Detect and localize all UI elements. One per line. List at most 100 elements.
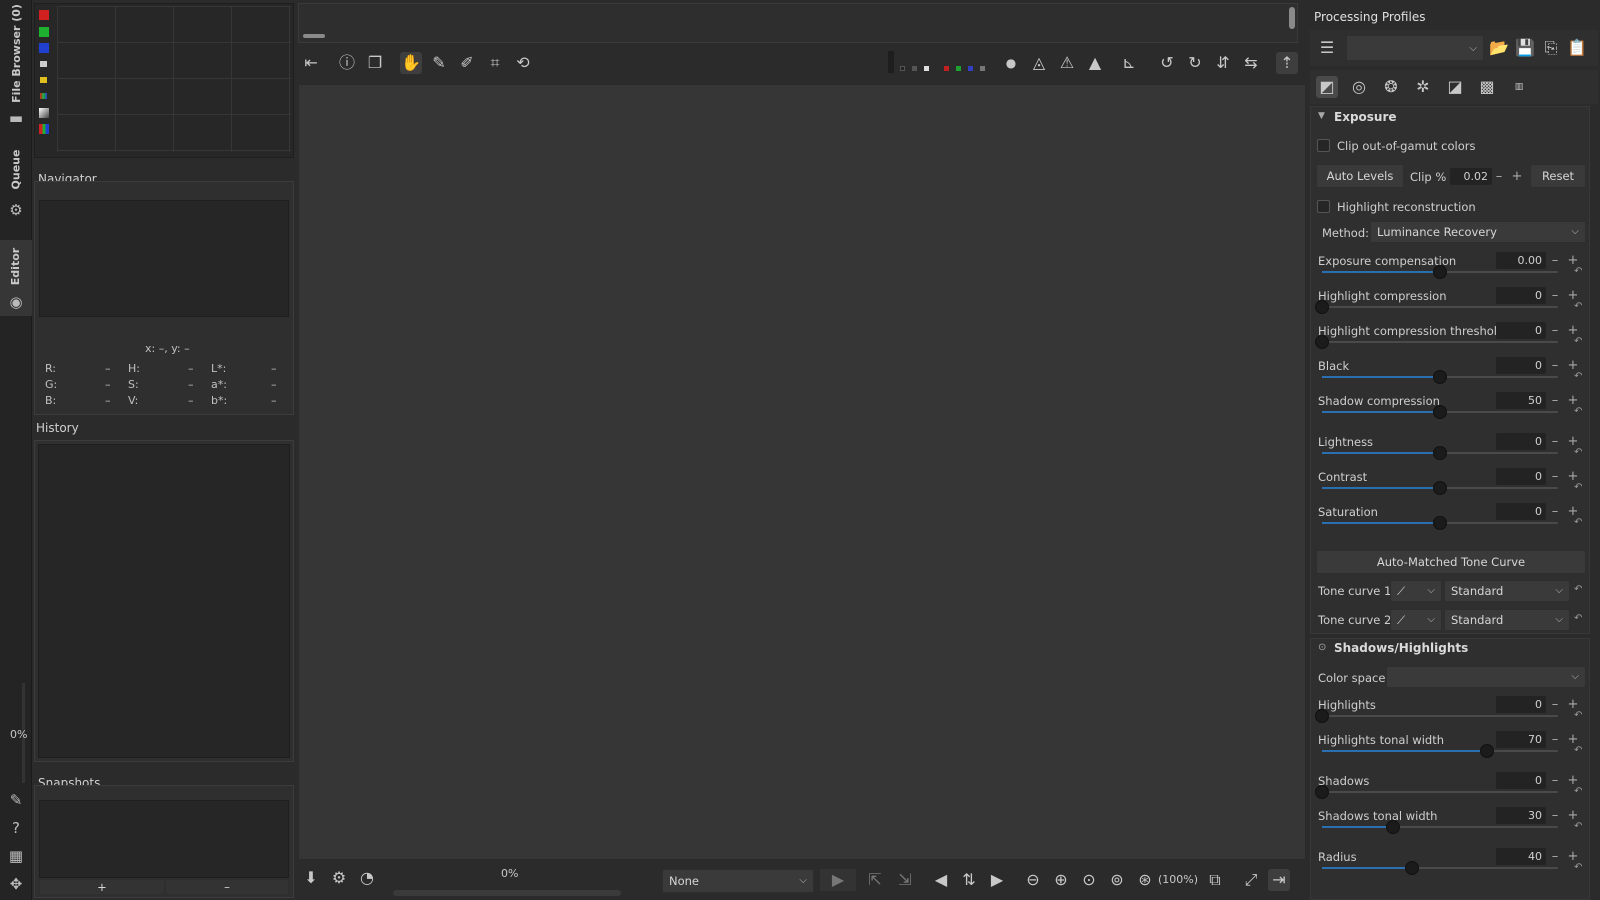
metadata-tab-icon[interactable]: ▥ bbox=[1508, 76, 1530, 98]
flip-horizontal-icon[interactable]: ⇆ bbox=[1240, 52, 1262, 74]
histogram-raw-toggle[interactable] bbox=[40, 93, 47, 99]
preview-bg-black[interactable] bbox=[900, 66, 905, 71]
contrast-decrement[interactable]: – bbox=[1548, 468, 1562, 485]
auto-levels-button[interactable]: Auto Levels bbox=[1316, 164, 1404, 188]
clip-percent-input[interactable]: 0.02 bbox=[1450, 168, 1492, 185]
exposure-compensation-slider-knob[interactable] bbox=[1433, 265, 1447, 279]
lightness-decrement[interactable]: – bbox=[1548, 433, 1562, 450]
histogram-chroma-toggle[interactable] bbox=[40, 77, 47, 83]
tone-curve-1-mode[interactable]: Standard ⌵ bbox=[1444, 580, 1570, 602]
save-profile-icon[interactable]: 💾 bbox=[1514, 37, 1536, 59]
highlight-compression-threshold-slider[interactable] bbox=[1315, 335, 1558, 349]
histogram-mode-toggle[interactable] bbox=[39, 124, 49, 134]
zoom-fit-crop-icon[interactable]: ⊚ bbox=[1106, 869, 1128, 891]
zoom-out-icon[interactable]: ⊖ bbox=[1022, 869, 1044, 891]
edit-external-icon[interactable]: ◔ bbox=[356, 867, 378, 889]
shadows-reset-icon[interactable]: ↶ bbox=[1574, 786, 1582, 797]
shadows-tonal-width-decrement[interactable]: – bbox=[1548, 807, 1562, 824]
highlights-slider-knob[interactable] bbox=[1315, 709, 1329, 723]
preview-luminance[interactable] bbox=[980, 66, 985, 71]
exposure-compensation-reset-icon[interactable]: ↶ bbox=[1574, 266, 1582, 277]
highlight-clip-warning-icon[interactable]: ▲ bbox=[1084, 52, 1106, 74]
fullscreen-toggle-icon[interactable]: ⤢ bbox=[1240, 869, 1262, 891]
tone-curve-2-mode[interactable]: Standard ⌵ bbox=[1444, 609, 1570, 631]
radius-value[interactable]: 40 bbox=[1496, 848, 1546, 865]
tone-curve-2-type[interactable]: ⟋ ⌵ bbox=[1390, 609, 1442, 631]
profile-combo[interactable]: ⌵ bbox=[1346, 35, 1484, 61]
shadows-decrement[interactable]: – bbox=[1548, 772, 1562, 789]
navigator-preview[interactable] bbox=[39, 200, 289, 317]
black-reset-icon[interactable]: ↶ bbox=[1574, 371, 1582, 382]
advanced-tab-icon[interactable]: ✲ bbox=[1412, 76, 1434, 98]
focus-mask-icon[interactable]: ● bbox=[1000, 52, 1022, 74]
tab-queue[interactable]: Queue bbox=[0, 148, 32, 190]
info-icon[interactable]: ⓘ bbox=[336, 52, 358, 74]
histogram-bar-toggle[interactable] bbox=[39, 108, 49, 118]
snapshots-list[interactable] bbox=[39, 800, 289, 878]
next-image-copy-icon[interactable]: ⇲ bbox=[894, 869, 916, 891]
filmstrip-vscroll[interactable] bbox=[1289, 7, 1295, 29]
histogram-luminance-toggle[interactable] bbox=[40, 61, 47, 67]
exposure-title[interactable]: Exposure bbox=[1334, 110, 1397, 124]
profiles-list-icon[interactable]: ☰ bbox=[1316, 37, 1338, 59]
saturation-slider[interactable] bbox=[1322, 516, 1558, 530]
preview-blue-channel[interactable] bbox=[968, 66, 973, 71]
radius-reset-icon[interactable]: ↶ bbox=[1574, 862, 1582, 873]
crop-icon[interactable]: ⌗ bbox=[484, 52, 506, 74]
image-preview[interactable] bbox=[298, 84, 1306, 860]
shadow-compression-decrement[interactable]: – bbox=[1548, 392, 1562, 409]
color-picker-icon[interactable]: ✐ bbox=[456, 52, 478, 74]
contrast-slider-knob[interactable] bbox=[1433, 481, 1447, 495]
tone-curve-2-reset-icon[interactable]: ↶ bbox=[1574, 613, 1582, 624]
highlight-compression-reset-icon[interactable]: ↶ bbox=[1574, 301, 1582, 312]
highlight-recon-checkbox[interactable] bbox=[1317, 200, 1330, 213]
exposure-compensation-slider[interactable] bbox=[1322, 265, 1558, 279]
contrast-value[interactable]: 0 bbox=[1496, 468, 1546, 485]
highlights-value[interactable]: 0 bbox=[1496, 696, 1546, 713]
highlights-tonal-width-reset-icon[interactable]: ↶ bbox=[1574, 745, 1582, 756]
fullscreen-icon[interactable]: ✥ bbox=[6, 874, 26, 894]
highlight-compression-threshold-reset-icon[interactable]: ↶ bbox=[1574, 336, 1582, 347]
tone-curve-1-type[interactable]: ⟋ ⌵ bbox=[1390, 580, 1442, 602]
black-slider-knob[interactable] bbox=[1433, 370, 1447, 384]
shadows-tonal-width-slider-knob[interactable] bbox=[1385, 820, 1400, 834]
saturation-reset-icon[interactable]: ↶ bbox=[1574, 517, 1582, 528]
hand-tool-icon[interactable]: ✋ bbox=[400, 52, 422, 74]
radius-slider[interactable] bbox=[1322, 861, 1558, 875]
sync-icon[interactable]: ⇅ bbox=[958, 869, 980, 891]
shadow-compression-reset-icon[interactable]: ↶ bbox=[1574, 406, 1582, 417]
shadow-compression-value[interactable]: 50 bbox=[1496, 392, 1546, 409]
radius-decrement[interactable]: – bbox=[1548, 848, 1562, 865]
radius-slider-knob[interactable] bbox=[1404, 861, 1419, 875]
exposure-tab-icon[interactable]: ◩ bbox=[1316, 76, 1338, 98]
reset-button[interactable]: Reset bbox=[1530, 164, 1586, 188]
method-select[interactable]: Luminance Recovery ⌵ bbox=[1370, 221, 1586, 243]
soft-proof-icon[interactable]: ◬ bbox=[1028, 52, 1050, 74]
white-balance-picker-icon[interactable]: ✎ bbox=[428, 52, 450, 74]
preview-green-channel[interactable] bbox=[956, 66, 961, 71]
highlight-compression-slider[interactable] bbox=[1315, 300, 1558, 314]
black-slider[interactable] bbox=[1322, 370, 1558, 384]
rank-icon[interactable]: ▶ bbox=[820, 869, 856, 891]
contrast-slider[interactable] bbox=[1322, 481, 1558, 495]
help-icon[interactable]: ? bbox=[6, 818, 26, 838]
shadows-highlights-title[interactable]: Shadows/Highlights bbox=[1334, 641, 1468, 655]
folder-icon[interactable]: ▬ bbox=[6, 108, 26, 128]
highlight-compression-threshold-slider-knob[interactable] bbox=[1315, 335, 1329, 349]
shadows-slider-knob[interactable] bbox=[1315, 785, 1329, 799]
clip-increment[interactable]: + bbox=[1510, 168, 1524, 185]
raw-tab-icon[interactable]: ▩ bbox=[1476, 76, 1498, 98]
lightness-slider[interactable] bbox=[1322, 446, 1558, 460]
hide-top-panel-icon[interactable]: ⇡ bbox=[1276, 52, 1298, 74]
highlights-tonal-width-decrement[interactable]: – bbox=[1548, 731, 1562, 748]
exposure-compensation-value[interactable]: 0.00 bbox=[1496, 252, 1546, 269]
previous-image-icon[interactable]: ◀ bbox=[930, 869, 952, 891]
flip-vertical-icon[interactable]: ⇵ bbox=[1212, 52, 1234, 74]
gears-icon[interactable]: ⚙ bbox=[6, 200, 26, 220]
preferences-icon[interactable]: ▦ bbox=[6, 846, 26, 866]
shadows-tonal-width-slider[interactable] bbox=[1322, 820, 1558, 834]
histogram-green-toggle[interactable] bbox=[39, 27, 49, 37]
black-decrement[interactable]: – bbox=[1548, 357, 1562, 374]
prev-image-copy-icon[interactable]: ⇱ bbox=[864, 869, 886, 891]
shadow-compression-slider[interactable] bbox=[1322, 405, 1558, 419]
